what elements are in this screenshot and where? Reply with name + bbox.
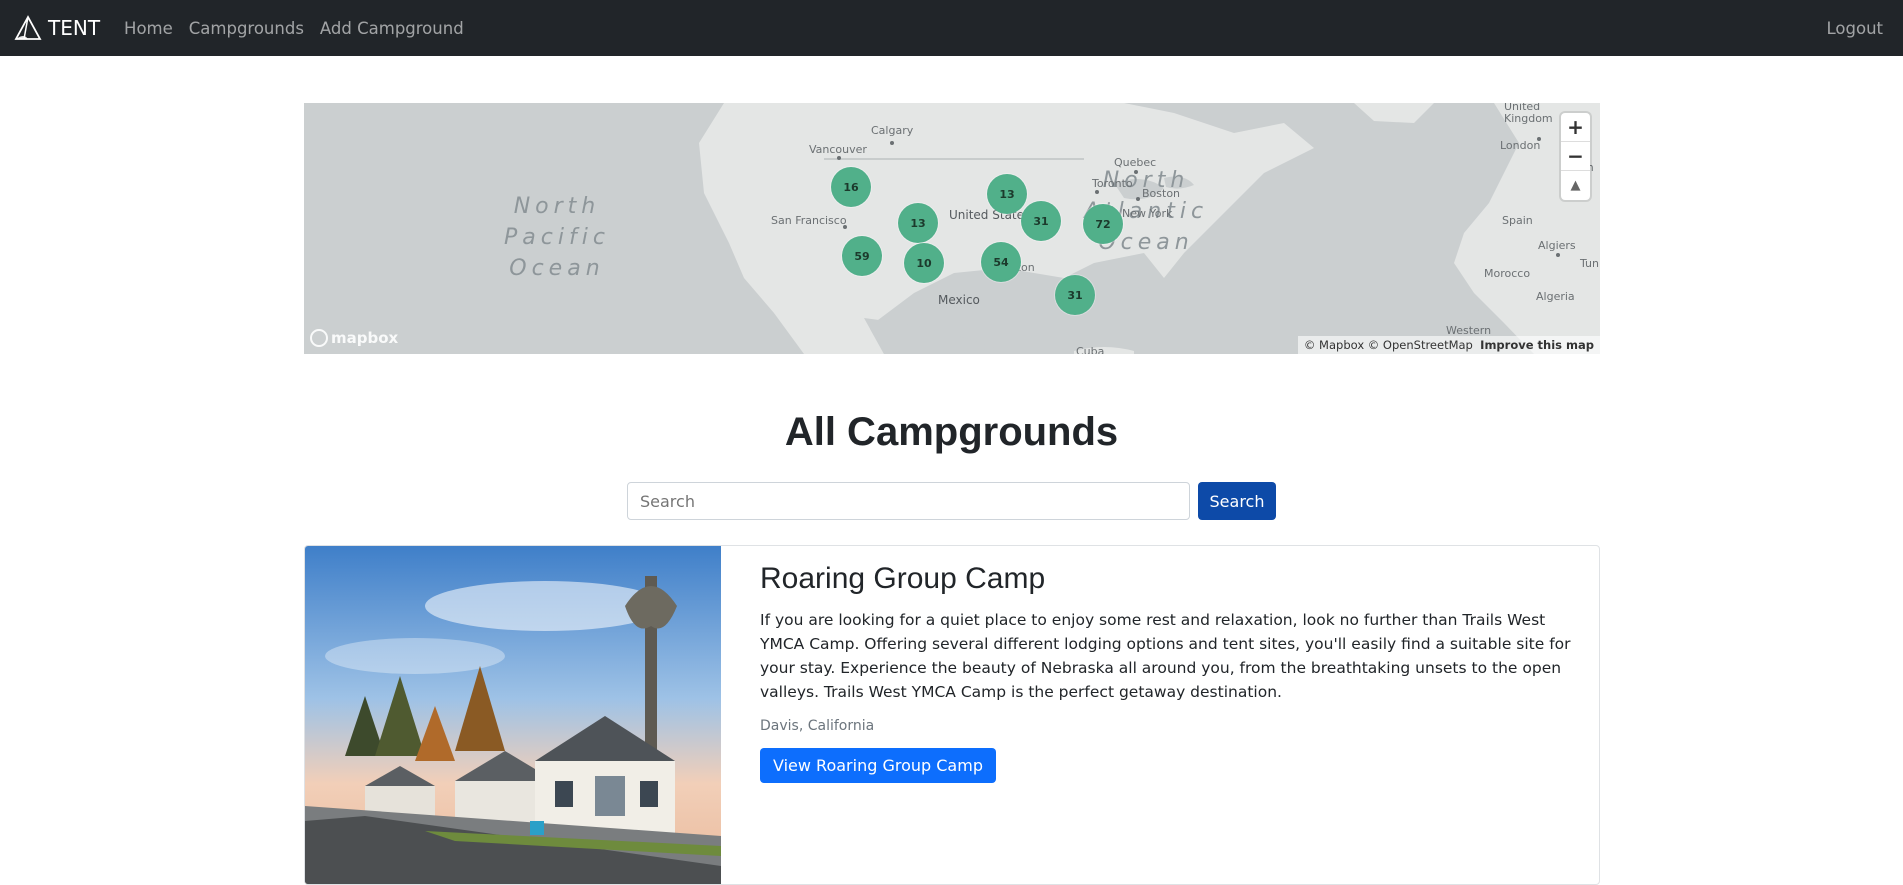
map-land-shapes xyxy=(699,103,1600,354)
page-title: All Campgrounds xyxy=(784,410,1119,454)
place-united-kingdom: United Kingdom xyxy=(1504,103,1553,125)
map-cluster-marker[interactable]: 10 xyxy=(904,243,944,283)
zoom-out-button[interactable]: − xyxy=(1561,142,1590,171)
place-boston: Boston xyxy=(1142,187,1181,200)
place-dot xyxy=(837,156,841,160)
campground-title: Roaring Group Camp xyxy=(760,562,1046,595)
place-vancouver: Vancouver xyxy=(809,143,867,156)
map-cluster-marker[interactable]: 54 xyxy=(981,242,1021,282)
nav-campgrounds-link[interactable]: Campgrounds xyxy=(189,19,304,38)
place-cuba: Cuba xyxy=(1076,345,1105,354)
ocean-label-pacific: North Pacific Ocean xyxy=(504,191,610,284)
place-dot xyxy=(843,225,847,229)
place-new-york: New York xyxy=(1122,207,1173,220)
place-spain: Spain xyxy=(1502,214,1533,227)
map-zoom-controls: + − ▲ xyxy=(1561,113,1590,200)
top-navbar: TENT Home Campgrounds Add Campground Log… xyxy=(0,0,1903,56)
search-input[interactable] xyxy=(627,482,1190,520)
place-dot xyxy=(1095,190,1099,194)
place-san-francisco: San Francisco xyxy=(771,214,847,227)
mapbox-logo-text: mapbox xyxy=(331,329,399,347)
place-dot xyxy=(1134,170,1138,174)
campground-card-body: Roaring Group Camp If you are looking fo… xyxy=(760,562,1575,783)
place-algiers: Algiers xyxy=(1538,239,1576,252)
place-mexico: Mexico xyxy=(938,293,980,307)
view-campground-button[interactable]: View Roaring Group Camp xyxy=(760,748,996,783)
improve-map-link[interactable]: Improve this map xyxy=(1480,338,1594,352)
campground-card: Roaring Group Camp If you are looking fo… xyxy=(304,545,1600,885)
nav-logout-link[interactable]: Logout xyxy=(1827,19,1884,38)
campground-description: If you are looking for a quiet place to … xyxy=(760,611,1571,701)
zoom-in-button[interactable]: + xyxy=(1561,113,1590,142)
place-dot xyxy=(890,141,894,145)
place-calgary: Calgary xyxy=(871,124,914,137)
map-cluster-marker[interactable]: 13 xyxy=(987,174,1027,214)
map-cluster-marker[interactable]: 72 xyxy=(1083,204,1123,244)
map-cluster-marker[interactable]: 31 xyxy=(1055,275,1095,315)
mapbox-logo-icon xyxy=(310,329,328,347)
campground-image xyxy=(305,546,721,884)
search-button[interactable]: Search xyxy=(1198,482,1276,520)
place-dot xyxy=(1556,253,1560,257)
map-cluster-marker[interactable]: 13 xyxy=(898,203,938,243)
map-cluster-marker[interactable]: 59 xyxy=(842,236,882,276)
map-cluster-marker[interactable]: 16 xyxy=(831,167,871,207)
place-tunis: Tuni xyxy=(1580,257,1600,270)
map-cluster-marker[interactable]: 31 xyxy=(1021,201,1061,241)
place-dot xyxy=(1136,197,1140,201)
place-quebec: Quebec xyxy=(1114,156,1157,169)
place-morocco: Morocco xyxy=(1484,267,1531,280)
brand-link[interactable]: TENT xyxy=(14,15,100,41)
mapbox-logo[interactable]: mapbox xyxy=(310,329,398,347)
tent-logo-icon xyxy=(14,15,42,40)
attribution-text[interactable]: © Mapbox © OpenStreetMap xyxy=(1304,338,1473,352)
cluster-map[interactable]: North Pacific Ocean North Atlantic Ocean… xyxy=(304,103,1600,354)
campground-location: Davis, California xyxy=(760,718,875,734)
campground-photo xyxy=(305,546,721,884)
place-algeria: Algeria xyxy=(1536,290,1575,303)
place-toronto: Toronto xyxy=(1092,177,1133,190)
compass-reset-button[interactable]: ▲ xyxy=(1561,171,1590,200)
map-attribution: © Mapbox © OpenStreetMap Improve this ma… xyxy=(1297,336,1600,354)
nav-home-link[interactable]: Home xyxy=(124,19,173,38)
brand-label: TENT xyxy=(48,16,101,40)
ocean-label-text: North Pacific Ocean xyxy=(504,194,610,281)
nav-add-campground-link[interactable]: Add Campground xyxy=(320,19,464,38)
place-dot xyxy=(1537,137,1541,141)
place-london: London xyxy=(1500,139,1541,152)
